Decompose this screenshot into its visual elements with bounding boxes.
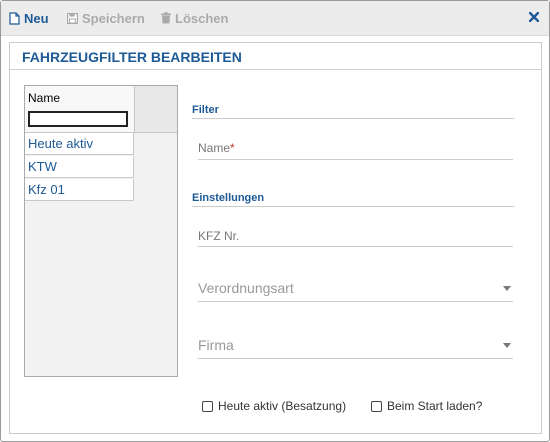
verordnungsart-select[interactable]: Verordnungsart [198,275,513,302]
section-filter-divider [192,118,514,119]
save-icon [67,12,78,24]
column-header-name[interactable]: Name [28,91,60,105]
checkbox-beim-start-laden[interactable]: Beim Start laden? [371,399,482,413]
list-item[interactable]: Heute aktiv [25,133,134,155]
filter-edit-panel: FAHRZEUGFILTER BEARBEITEN Name Heute akt… [9,42,542,434]
delete-button-label: Löschen [175,10,229,26]
section-settings-divider [192,206,514,207]
grid-header-spacer [135,86,177,133]
new-document-icon [9,11,20,25]
checkbox-box[interactable] [371,400,382,412]
list-item[interactable]: KTW [25,156,134,178]
chevron-down-icon [503,343,511,348]
new-button-label: Neu [24,10,49,26]
verordnungsart-label: Verordnungsart [198,280,294,296]
grid-header: Name [25,86,135,133]
name-field-label: Name* [198,141,235,155]
checkbox-beim-start-label: Beim Start laden? [387,399,483,413]
trash-icon [161,12,171,24]
list-item[interactable]: Kfz 01 [25,179,134,201]
save-button-label: Speichern [82,10,145,26]
close-button[interactable] [527,10,541,24]
checkbox-heute-aktiv[interactable]: Heute aktiv (Besatzung) [202,399,346,413]
dialog-window: Neu Speichern Löschen FAHRZEUGFILTER BEA… [0,0,550,442]
chevron-down-icon [503,286,511,291]
required-mark: * [230,141,235,155]
save-button[interactable]: Speichern [67,1,145,35]
close-icon [529,12,539,22]
title-divider [10,69,541,70]
firma-label: Firma [198,337,234,353]
checkbox-heute-aktiv-label: Heute aktiv (Besatzung) [218,399,347,413]
firma-select[interactable]: Firma [198,333,513,359]
new-button[interactable]: Neu [9,1,49,35]
section-settings-heading: Einstellungen [192,192,265,204]
checkbox-box[interactable] [202,400,213,412]
panel-title: FAHRZEUGFILTER BEARBEITEN [22,49,242,65]
section-filter-heading: Filter [192,104,219,116]
name-field[interactable]: Name* [198,135,513,160]
toolbar: Neu Speichern Löschen [1,1,549,36]
name-column-filter-input[interactable] [28,111,128,127]
name-label-text: Name [198,141,231,155]
kfz-number-field[interactable]: KFZ Nr. [198,223,513,247]
delete-button[interactable]: Löschen [161,1,228,35]
kfz-field-label: KFZ Nr. [198,229,240,243]
filter-list-grid: Name Heute aktiv KTW Kfz 01 [24,85,178,377]
